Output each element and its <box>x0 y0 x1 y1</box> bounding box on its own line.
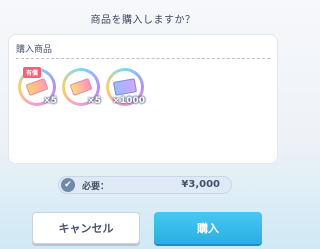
item-slot-2[interactable]: ×5 <box>62 68 101 106</box>
cancel-button[interactable]: キャンセル <box>32 212 140 244</box>
item-slot-1[interactable]: 有償 ×5 <box>18 67 57 106</box>
cost-display: ✔ 必要： ¥3,000 <box>58 176 232 194</box>
purchase-items-label: 購入商品 <box>16 45 53 55</box>
cost-value: ¥3,000 <box>181 179 220 190</box>
cost-label: 必要： <box>82 182 110 192</box>
gem-ticket-icon <box>112 78 138 96</box>
check-icon: ✔ <box>61 178 75 192</box>
divider <box>16 58 270 59</box>
purchase-items-panel: 購入商品 有償 ×5 ×5 ×1000 <box>8 34 278 164</box>
dialog-title: 商品を購入しますか？ <box>90 15 196 26</box>
item-quantity: ×1000 <box>112 96 145 106</box>
ticket-icon <box>25 77 49 97</box>
item-quantity: ×5 <box>43 96 57 106</box>
ticket-icon <box>69 77 93 97</box>
item-slot-3[interactable]: ×1000 <box>106 68 145 106</box>
item-quantity: ×5 <box>87 96 101 106</box>
paid-badge: 有償 <box>23 67 42 78</box>
buy-button[interactable]: 購入 <box>154 212 262 244</box>
